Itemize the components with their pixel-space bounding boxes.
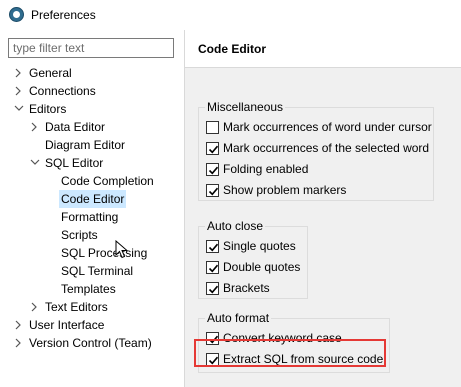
group-title: Auto close <box>205 218 266 234</box>
preference-page: Code Editor Miscellaneous Mark occurrenc… <box>185 30 461 387</box>
chevron-right-icon[interactable] <box>30 118 39 136</box>
checkbox-label: Mark occurrences of word under cursor <box>223 120 432 134</box>
checkbox-box[interactable] <box>206 142 219 155</box>
checkmark-icon <box>208 285 219 294</box>
checkmark-icon <box>208 166 219 175</box>
tree-label: Text Editors <box>45 300 108 314</box>
group-title: Auto format <box>205 310 272 326</box>
checkmark-icon <box>208 264 219 273</box>
group-auto-close: Auto close Single quotes Double quotes B… <box>198 218 308 299</box>
page-header: Code Editor <box>185 30 461 68</box>
chevron-down-icon[interactable] <box>14 100 24 118</box>
tree-label: Data Editor <box>45 120 106 134</box>
checkbox-box[interactable] <box>206 282 219 295</box>
app-logo-icon <box>9 7 24 22</box>
checkbox-box[interactable] <box>206 163 219 176</box>
tree-label: Connections <box>29 84 96 98</box>
checkmark-icon <box>208 243 219 252</box>
tree-label: Scripts <box>61 228 98 242</box>
chevron-right-icon[interactable] <box>14 64 23 82</box>
tree-label: User Interface <box>29 318 105 332</box>
tree-label: Formatting <box>61 210 119 224</box>
tree-label: SQL Editor <box>45 156 104 170</box>
preferences-window: Preferences General Connections Editors … <box>0 0 461 387</box>
checkbox-label: Double quotes <box>223 260 301 274</box>
checkmark-icon <box>208 187 219 196</box>
checkbox-box[interactable] <box>206 184 219 197</box>
checkmark-icon <box>208 145 219 154</box>
tree-label: Code Completion <box>61 174 154 188</box>
checkbox-label: Folding enabled <box>223 162 309 176</box>
chevron-right-icon[interactable] <box>14 316 23 334</box>
chevron-right-icon[interactable] <box>14 334 23 352</box>
tree-label: SQL Terminal <box>61 264 134 278</box>
tree-label: Version Control (Team) <box>29 336 152 350</box>
checkbox-label: Brackets <box>223 281 270 295</box>
tree-label: General <box>29 66 72 80</box>
group-title: Miscellaneous <box>205 99 286 115</box>
tree-label: Templates <box>61 282 116 296</box>
checkbox-box[interactable] <box>206 240 219 253</box>
highlight-annotation <box>194 339 386 367</box>
checkbox-box[interactable] <box>206 261 219 274</box>
chevron-right-icon[interactable] <box>14 82 23 100</box>
checkbox-label: Mark occurrences of the selected word <box>223 141 430 155</box>
page-title: Code Editor <box>198 42 266 56</box>
tree-label: Diagram Editor <box>45 138 126 152</box>
checkbox-box[interactable] <box>206 121 219 134</box>
filter-input[interactable] <box>8 38 174 58</box>
preferences-tree-pane: General Connections Editors Data Editor … <box>0 30 184 387</box>
chevron-down-icon[interactable] <box>30 154 40 172</box>
window-title: Preferences <box>31 8 96 22</box>
title-bar: Preferences <box>0 0 461 30</box>
chevron-right-icon[interactable] <box>30 298 39 316</box>
group-miscellaneous: Miscellaneous Mark occurrences of word u… <box>198 99 434 201</box>
mouse-cursor-icon <box>115 240 129 259</box>
checkbox-label: Single quotes <box>223 239 296 253</box>
tree-label: Code Editor <box>59 190 127 208</box>
checkbox-label: Show problem markers <box>223 183 347 197</box>
tree-label: Editors <box>29 102 67 116</box>
tree-label: SQL Processing <box>61 246 148 260</box>
